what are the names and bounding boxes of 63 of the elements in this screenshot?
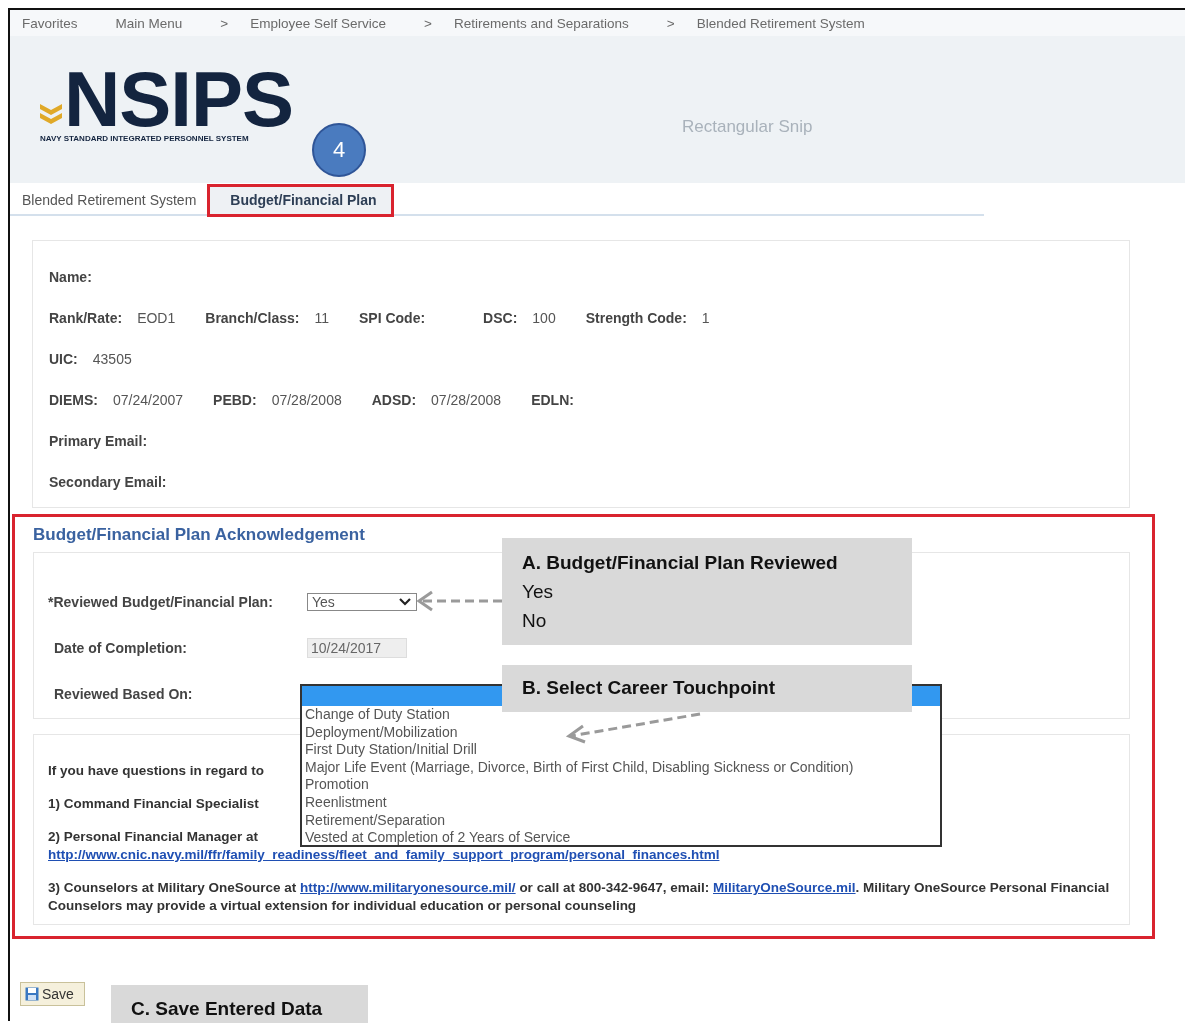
dropdown-option[interactable]: Retirement/Separation: [302, 811, 940, 830]
callout-title: B. Select Career Touchpoint: [522, 676, 777, 700]
field-label: DIEMS:: [49, 392, 98, 408]
link[interactable]: http://www.militaryonesource.mil/: [300, 880, 516, 895]
field-label: ADSD:: [371, 392, 417, 408]
breadcrumb-link[interactable]: Blended Retirement System: [696, 15, 865, 31]
field-label: *Reviewed Budget/Financial Plan:: [48, 594, 274, 610]
floppy-icon: [25, 987, 39, 1001]
breadcrumb-link[interactable]: Retirements and Separations: [453, 15, 629, 31]
callout-title: C. Save Entered Data: [131, 997, 324, 1021]
snip-hint: Rectangular Snip: [682, 117, 813, 137]
breadcrumb-link[interactable]: Employee Self Service: [250, 15, 387, 31]
dropdown-option[interactable]: Major Life Event (Marriage, Divorce, Birth of First Child, Disabling Sickness or Condition): [302, 758, 940, 777]
field-label: EDLN:: [531, 392, 574, 408]
chevron-icon: [40, 102, 62, 126]
dropdown-option[interactable]: Vested at Completion of 2 Years of Service: [302, 829, 940, 847]
dropdown-option[interactable]: First Duty Station/Initial Drill: [302, 741, 940, 759]
callout-text: No: [522, 609, 548, 633]
field-value: 07/28/2008: [271, 392, 342, 408]
logo-wordmark: NSIPS: [64, 66, 294, 132]
section-title: Budget/Financial Plan Acknowledgement: [33, 525, 366, 545]
caret-icon: [398, 597, 412, 607]
callout-text: Yes: [522, 580, 554, 604]
link[interactable]: MilitaryOneSource.mil: [713, 880, 856, 895]
field-label: PEBD:: [213, 392, 257, 408]
save-button[interactable]: Save: [20, 982, 85, 1006]
field-value: 11: [314, 310, 329, 326]
date-field: 10/24/2017: [307, 638, 407, 658]
field-value: EOD1: [137, 310, 176, 326]
breadcrumb-separator: >: [424, 15, 432, 31]
field-value: 43505: [92, 351, 132, 367]
breadcrumb-link[interactable]: Favorites: [22, 15, 78, 31]
field-label: Reviewed Based On:: [53, 686, 194, 702]
tab[interactable]: Blended Retirement System: [14, 187, 205, 214]
breadcrumb-separator: >: [220, 15, 229, 31]
dropdown-option[interactable]: Promotion: [302, 776, 940, 794]
field-label: Branch/Class:: [205, 310, 300, 326]
field-label: Strength Code:: [585, 310, 687, 326]
info-text: 1) Command Financial Specialist: [48, 795, 259, 813]
breadcrumb-link[interactable]: Main Menu: [115, 15, 183, 31]
field-label: Name:: [49, 269, 92, 285]
field-label: UIC:: [49, 351, 78, 367]
field-value: 1: [701, 310, 710, 326]
field-label: DSC:: [483, 310, 518, 326]
callout-title: A. Budget/Financial Plan Reviewed: [522, 551, 839, 575]
field-label: SPI Code:: [358, 310, 426, 326]
info-text: 2) Personal Financial Manager at: [48, 828, 259, 846]
field-value: 07/28/2008: [431, 392, 502, 408]
info-text: 3) Counselors at Military OneSource at http://www.militaryonesource.mil/ or call at 800-342-9647, email: MilitaryOneSource.mil. Military OneSource Personal Financial Counselors may provide a virtual extension for individual education or personal counseling: [48, 879, 1111, 915]
tab[interactable]: Budget/Financial Plan: [210, 187, 391, 214]
field-label: Rank/Rate:: [49, 310, 123, 326]
breadcrumb-separator: >: [666, 15, 675, 31]
field-label: Secondary Email:: [49, 474, 167, 490]
select-field[interactable]: Yes: [307, 593, 417, 611]
info-text: If you have questions in regard to: [48, 762, 265, 780]
dropdown-option[interactable]: Reenlistment: [302, 793, 940, 812]
logo-tagline: NAVY STANDARD INTEGRATED PERSONNEL SYSTEM: [40, 134, 250, 143]
field-value: 100: [532, 310, 556, 326]
dropdown-option[interactable]: Deployment/Mobilization: [302, 723, 940, 742]
link[interactable]: http://www.cnic.navy.mil/ffr/family_readiness/fleet_and_family_support_program/personal_finances.html: [48, 846, 720, 864]
field-label: Date of Completion:: [53, 640, 188, 656]
field-label: Primary Email:: [49, 433, 148, 449]
field-value: 07/24/2007: [113, 392, 184, 408]
